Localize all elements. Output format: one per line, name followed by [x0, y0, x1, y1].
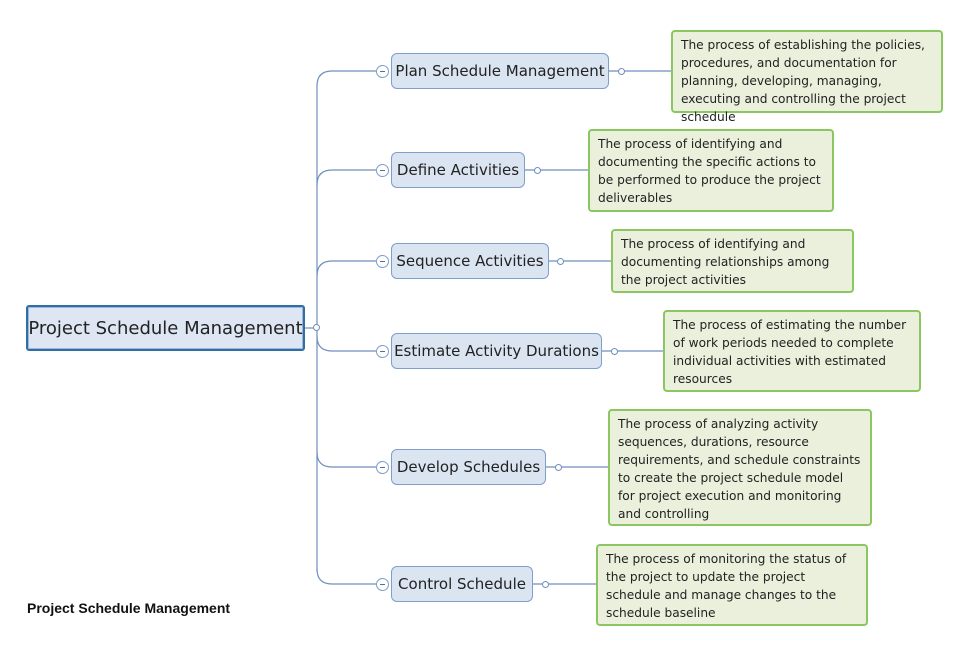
branch-5	[316, 451, 376, 468]
topic-label: Sequence Activities	[396, 252, 544, 270]
topic-develop-schedules[interactable]: Develop Schedules	[391, 449, 546, 485]
central-topic[interactable]: Project Schedule Management	[26, 305, 305, 351]
branch-2	[316, 169, 376, 186]
collapse-toggle-icon[interactable]	[376, 578, 389, 591]
topic-label: Estimate Activity Durations	[394, 342, 599, 360]
topic-label: Control Schedule	[398, 575, 526, 593]
note-plan-schedule-management: The process of establishing the policies…	[671, 30, 943, 124]
note-sequence-activities: The process of identifying and documenti…	[611, 229, 854, 293]
topic-sequence-activities[interactable]: Sequence Activities	[391, 243, 549, 279]
note-connector-dot	[542, 581, 549, 588]
diagram-caption: Project Schedule Management	[27, 600, 231, 616]
note-connector-dot	[534, 167, 541, 174]
topic-define-activities[interactable]: Define Activities	[391, 152, 525, 188]
topic-label: Develop Schedules	[396, 458, 541, 476]
note-text: The process of identifying and documenti…	[621, 237, 830, 287]
topic-control-schedule[interactable]: Control Schedule	[391, 566, 533, 602]
note-control-schedule: The process of monitoring the status of …	[596, 544, 868, 626]
note-connector-dot	[555, 464, 562, 471]
topic-estimate-activity-durations[interactable]: Estimate Activity Durations	[391, 333, 602, 369]
note-estimate-activity-durations: The process of estimating the number of …	[663, 310, 921, 392]
topic-label: Plan Schedule Management	[395, 62, 605, 80]
note-connector-dot	[557, 258, 564, 265]
collapse-toggle-icon[interactable]	[376, 461, 389, 474]
collapse-toggle-icon[interactable]	[376, 255, 389, 268]
collapse-toggle-icon[interactable]	[376, 345, 389, 358]
note-develop-schedules: The process of analyzing activity sequen…	[608, 409, 872, 526]
note-text: The process of establishing the policies…	[681, 38, 925, 124]
note-text: The process of identifying and documenti…	[598, 137, 821, 205]
branch-6	[316, 568, 376, 585]
note-connector-dot	[618, 68, 625, 75]
note-connector-dot	[611, 348, 618, 355]
branch-3	[316, 260, 376, 277]
branch-4	[316, 335, 376, 352]
collapse-toggle-icon[interactable]	[376, 65, 389, 78]
topic-label: Define Activities	[396, 161, 520, 179]
note-define-activities: The process of identifying and documenti…	[588, 129, 834, 212]
central-topic-label: Project Schedule Management	[28, 317, 303, 339]
topic-plan-schedule-management[interactable]: Plan Schedule Management	[391, 53, 609, 89]
root-connector-dot	[313, 324, 320, 331]
branch-1	[316, 70, 376, 87]
note-text: The process of monitoring the status of …	[606, 552, 847, 620]
note-text: The process of analyzing activity sequen…	[618, 417, 861, 521]
collapse-toggle-icon[interactable]	[376, 164, 389, 177]
note-text: The process of estimating the number of …	[673, 318, 907, 386]
